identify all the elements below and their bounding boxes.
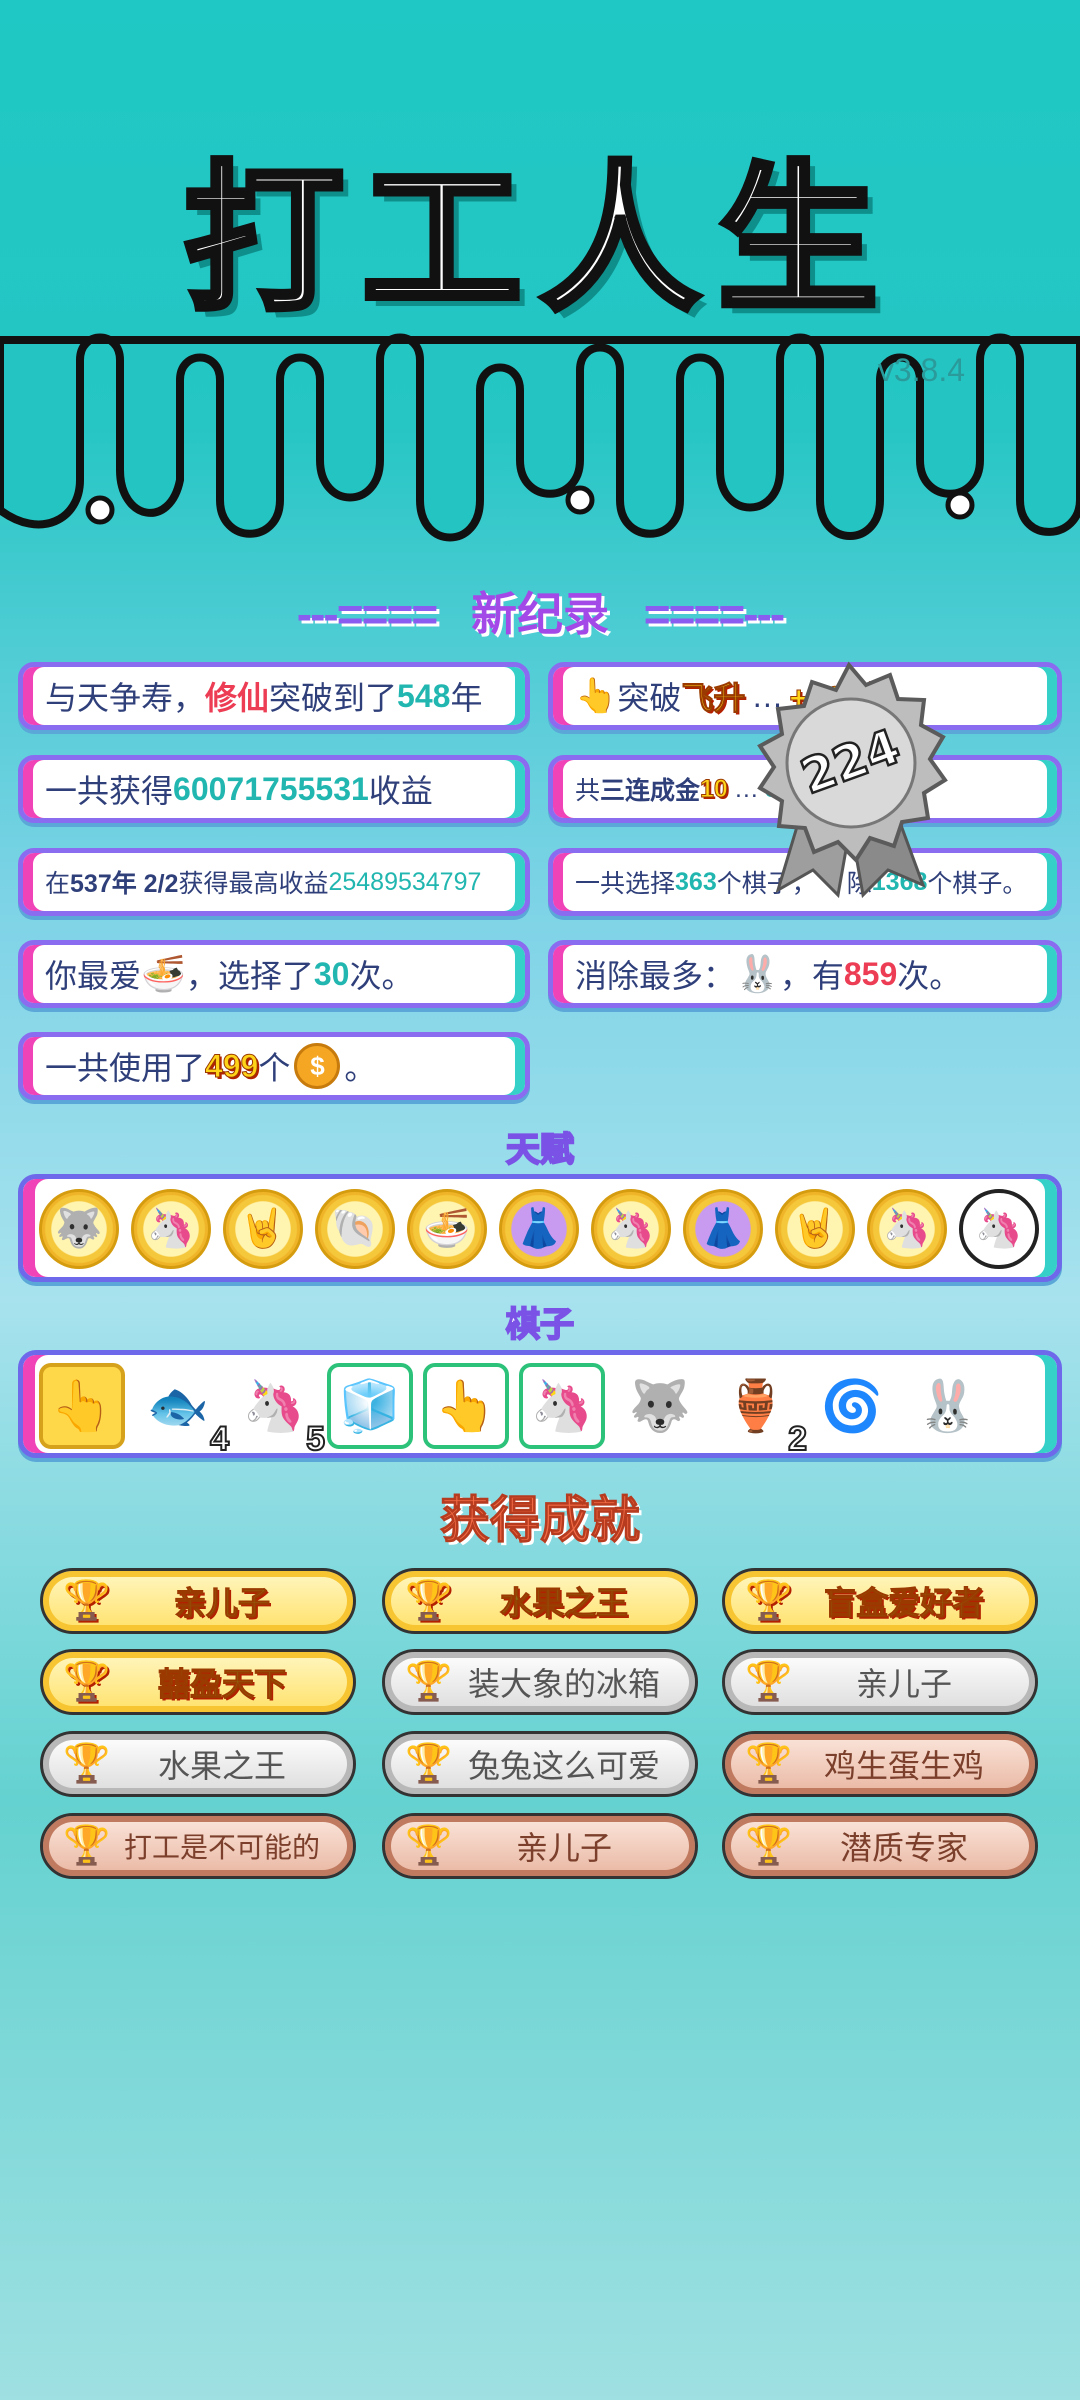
dash-left: ---==== [296, 588, 438, 640]
bowls-icon: 🍜 [141, 953, 186, 994]
silver-trophy-icon: 🏆 [63, 1743, 111, 1785]
new-record-header: ---==== 新纪录 ====--- [0, 578, 1080, 644]
bronze-trophy-icon: 🏆 [405, 1825, 453, 1867]
piece-fridge-icon[interactable]: 🧊 [327, 1363, 413, 1449]
pieces-label: 棋子 [505, 1305, 575, 1345]
bronze-trophy-icon: 🏆 [63, 1825, 111, 1867]
version-label: v3.8.4 [877, 352, 965, 388]
new-record-title: 新纪录 [471, 588, 609, 640]
achievement-badge[interactable]: 🏆 水果之王 [382, 1568, 698, 1634]
piece-pointer-hand-icon[interactable]: 👆 [423, 1363, 509, 1449]
piece-green-vase-icon[interactable]: 🏺 2 [713, 1363, 808, 1460]
talent-rock-hand-icon[interactable]: 🤘 [775, 1189, 855, 1269]
piece-bunny-icon[interactable]: 🐰 [905, 1363, 991, 1449]
piece-unicorn-icon[interactable]: 🦄 [519, 1363, 605, 1449]
record-card-coins-used: 一共使用了 499 个 $。 [18, 1032, 530, 1100]
talent-unicorn-icon[interactable]: 🦄 [959, 1189, 1039, 1269]
record-card-max-income: 在 537年 2/2 获得最高收益 25489534797 [18, 848, 530, 916]
gold-trophy-icon: 🏆 [63, 1580, 111, 1623]
achievement-badge[interactable]: 🏆 水果之王 [40, 1731, 356, 1797]
piece-koi-fish-icon[interactable]: 🐟 4 [135, 1363, 230, 1460]
record-card-cultivation: 与天争寿， 修仙 突破到了 548 年 [18, 662, 530, 730]
record-count-badge: 224 [757, 661, 948, 899]
talent-bowls-icon[interactable]: 🍜 [407, 1189, 487, 1269]
achievement-badge[interactable]: 🏆 打工是不可能的 [40, 1813, 356, 1879]
record-card-eliminated: 消除最多： 🐰 ，有 859 次。 [548, 940, 1062, 1008]
achievement-badge[interactable]: 🏆 盲盒爱好者 [722, 1568, 1038, 1634]
talent-husky-cat-icon[interactable]: 🐺 [39, 1189, 119, 1269]
talent-skirt-icon[interactable]: 👗 [683, 1189, 763, 1269]
achievement-badge[interactable]: 🏆 鸡生蛋生鸡 [722, 1731, 1038, 1797]
talent-shell-icon[interactable]: 🐚 [315, 1189, 395, 1269]
pointer-hand-icon: 👆 [575, 677, 618, 715]
pieces-strip: 👆 🐟 4 🦄 5 🧊 👆 🦄 🐺 🏺 2 🌀 🐰 [18, 1350, 1062, 1460]
piece-pointer-hand-icon[interactable]: 👆 [39, 1363, 125, 1449]
silver-trophy-icon: 🏆 [745, 1661, 793, 1703]
talent-unicorn-icon[interactable]: 🦄 [131, 1189, 211, 1269]
silver-trophy-icon: 🏆 [405, 1743, 453, 1785]
coin-icon: $ [294, 1043, 341, 1089]
piece-husky-king-icon[interactable]: 🐺 [617, 1363, 703, 1449]
achievement-badge[interactable]: 🏆 兔兔这么可爱 [382, 1731, 698, 1797]
gold-trophy-icon: 🏆 [405, 1580, 453, 1623]
achievement-badge[interactable]: 🏆 亲儿子 [40, 1568, 356, 1634]
talent-unicorn-icon[interactable]: 🦄 [867, 1189, 947, 1269]
achievement-badge[interactable]: 🏆 亲儿子 [382, 1813, 698, 1879]
achievement-badge[interactable]: 🏆 囍盈天下 [40, 1649, 356, 1715]
talent-rock-hand-icon[interactable]: 🤘 [223, 1189, 303, 1269]
achievement-badge[interactable]: 🏆 潜质专家 [722, 1813, 1038, 1879]
dash-right: ====--- [643, 588, 785, 640]
gold-trophy-icon: 🏆 [63, 1661, 111, 1704]
achievement-badge[interactable]: 🏆 亲儿子 [722, 1649, 1038, 1715]
talent-strip: 🐺 🦄 🤘 🐚 🍜 👗 🦄 👗 🤘 🦄 🦄 [18, 1174, 1062, 1282]
bronze-trophy-icon: 🏆 [745, 1825, 793, 1867]
record-card-income-total: 一共获得 60071755531 收益 [18, 755, 530, 823]
talent-unicorn-icon[interactable]: 🦄 [591, 1189, 671, 1269]
piece-fan-machine-icon[interactable]: 🌀 [809, 1363, 895, 1449]
silver-trophy-icon: 🏆 [405, 1661, 453, 1703]
talent-skirt-icon[interactable]: 👗 [499, 1189, 579, 1269]
gold-trophy-icon: 🏆 [745, 1580, 793, 1623]
talent-label: 天赋 [505, 1130, 575, 1170]
achievements-title: 获得成就 [440, 1492, 641, 1549]
game-title: 打工人生 [181, 143, 896, 336]
achievement-badge[interactable]: 🏆 装大象的冰箱 [382, 1649, 698, 1715]
bunny-icon: 🐰 [735, 953, 780, 994]
bronze-trophy-icon: 🏆 [745, 1743, 793, 1785]
record-card-favorite: 你最爱 🍜 ，选择了 30 次。 [18, 940, 530, 1008]
piece-unicorn-icon[interactable]: 🦄 5 [231, 1363, 326, 1460]
